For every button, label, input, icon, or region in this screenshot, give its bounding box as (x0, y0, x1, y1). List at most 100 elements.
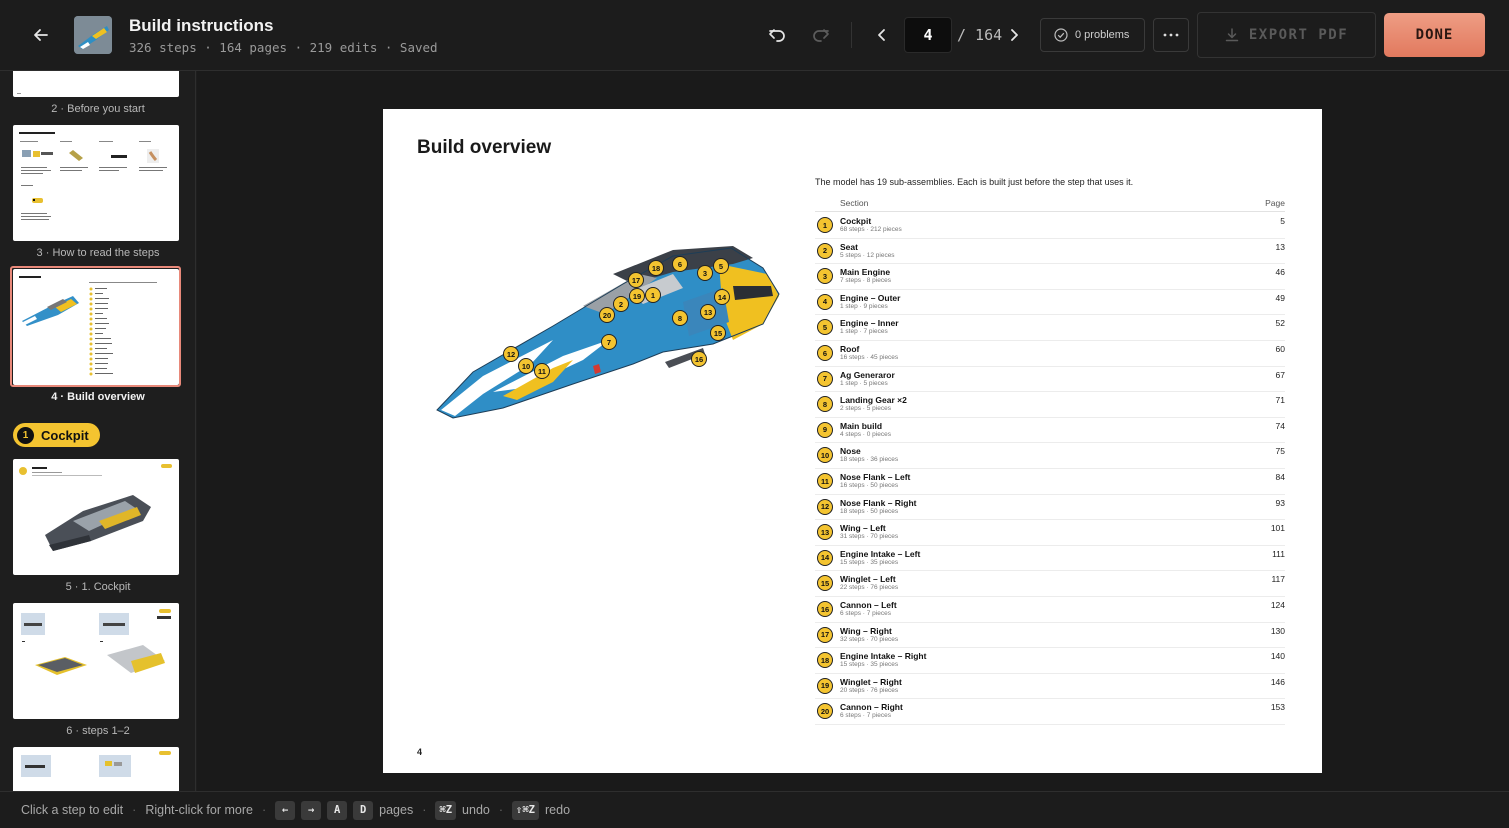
page-canvas[interactable]: Build overview 17 18 6 3 5 1 19 2 14 20 … (197, 71, 1509, 791)
section-page: 74 (1275, 420, 1285, 431)
section-number-badge: 1 (17, 426, 34, 444)
page-thumbnail-6[interactable] (13, 603, 179, 719)
document-title: Build instructions (129, 16, 274, 35)
toc-row[interactable]: 20 Cannon – Right 6 steps · 7 pieces 153 (815, 699, 1285, 725)
separator-dot: · (261, 803, 267, 817)
section-page: 101 (1270, 523, 1285, 534)
section-name: Winglet – Right (840, 676, 902, 687)
section-number-badge: 13 (817, 524, 833, 541)
section-name: Engine Intake – Left (840, 548, 921, 559)
page-thumbnail-3[interactable] (13, 125, 179, 241)
toc-row[interactable]: 8 Landing Gear ×2 2 steps · 5 pieces 71 (815, 392, 1285, 418)
section-page: 60 (1275, 344, 1285, 354)
redo-button[interactable] (806, 20, 836, 50)
section-details: 6 steps · 7 pieces (840, 712, 891, 720)
toc-row[interactable]: 15 Winglet – Left 22 steps · 76 pieces 117 (815, 571, 1285, 597)
section-name: Cannon – Left (840, 600, 897, 610)
section-details: 20 steps · 76 pieces (840, 686, 899, 694)
document-meta: 326 steps · 164 pages · 219 edits · Save… (129, 40, 438, 55)
previous-page-button[interactable] (867, 20, 897, 50)
back-button[interactable] (26, 20, 56, 50)
page-thumbnail-label: 6 · steps 1–2 (66, 725, 130, 737)
toc-col-page: Page (1265, 198, 1285, 208)
section-number-badge: 18 (817, 652, 833, 669)
key-right: → (301, 800, 322, 820)
chevron-right-icon (1011, 29, 1018, 41)
page-thumbnail-2[interactable] (13, 71, 179, 97)
section-page: 140 (1270, 651, 1285, 662)
check-circle-icon (1054, 28, 1068, 42)
instruction-page[interactable]: Build overview 17 18 6 3 5 1 19 2 14 20 … (383, 109, 1322, 773)
section-name: Seat (840, 241, 858, 252)
toc-row[interactable]: 6 Roof 16 steps · 45 pieces 60 (815, 341, 1285, 367)
toc-row[interactable]: 13 Wing – Left 31 steps · 70 pieces 101 (815, 520, 1285, 546)
done-button[interactable]: DONE (1384, 13, 1485, 57)
page-thumbnail-5[interactable] (13, 459, 179, 575)
section-page: 75 (1275, 446, 1285, 457)
section-number-badge: 14 (817, 549, 833, 566)
toc-col-section: Section (840, 198, 869, 208)
section-details: 15 steps · 35 pieces (840, 558, 899, 566)
toc-row[interactable]: 3 Main Engine 7 steps · 8 pieces 46 (815, 264, 1285, 290)
toc-row[interactable]: 19 Winglet – Right 20 steps · 76 pieces 146 (815, 674, 1285, 700)
toc-row[interactable]: 12 Nose Flank – Right 18 steps · 50 pieces… (815, 495, 1285, 521)
page-thumbnail-7[interactable] (13, 747, 179, 791)
callout-badge: 13 (700, 304, 716, 320)
section-name: Engine – Outer (840, 292, 901, 303)
toc-row[interactable]: 10 Nose 18 steps · 36 pieces 75 (815, 443, 1285, 469)
toc-row[interactable]: 5 Engine – Inner 1 step · 7 pieces 52 (815, 315, 1285, 341)
hint-right-click: Right-click for more (145, 803, 253, 817)
callout-badge: 7 (601, 334, 617, 350)
toolbar-divider (851, 22, 852, 48)
toc-row[interactable]: 11 Nose Flank – Left 16 steps · 50 pieces 8… (815, 469, 1285, 495)
key-undo: ⌘Z (435, 800, 457, 820)
section-page: 130 (1270, 625, 1285, 636)
toc-row[interactable]: 14 Engine Intake – Left 15 steps · 35 piec… (815, 546, 1285, 572)
section-name: Roof (840, 344, 860, 354)
export-pdf-button[interactable]: EXPORT PDF (1197, 12, 1376, 58)
toc-row[interactable]: 9 Main build 4 steps · 0 pieces 74 (815, 418, 1285, 444)
page-thumbnail-label-active: 4 · Build overview (51, 391, 145, 403)
toc-row[interactable]: 7 Ag Generaror 1 step · 5 pieces 67 (815, 367, 1285, 393)
problems-button[interactable]: 0 problems (1040, 18, 1145, 52)
page-preview (21, 751, 171, 777)
page-preview (21, 609, 171, 675)
section-details: 16 steps · 45 pieces (840, 354, 899, 361)
toc-header: Section Page (815, 196, 1285, 212)
toc-row[interactable]: 16 Cannon – Left 6 steps · 7 pieces 124 (815, 597, 1285, 623)
section-chip-cockpit[interactable]: 1 Cockpit (13, 423, 100, 447)
toc-row[interactable]: 4 Engine – Outer 1 step · 9 pieces 49 (815, 290, 1285, 316)
section-name: Landing Gear ×2 (840, 395, 907, 406)
section-number-badge: 12 (817, 498, 833, 515)
page-preview (19, 276, 157, 376)
undo-shortcut-label: undo (462, 803, 490, 817)
section-name: Ag Generaror (840, 369, 895, 380)
more-options-button[interactable] (1153, 18, 1189, 52)
undo-button[interactable] (762, 20, 792, 50)
top-bar: Build instructions 326 steps · 164 pages… (0, 0, 1509, 71)
key-redo: ⇧⌘Z (512, 800, 539, 820)
key-a: A (327, 800, 348, 820)
section-details: 18 steps · 36 pieces (840, 456, 899, 464)
page-total: / 164 (957, 26, 1003, 44)
toc-row[interactable]: 18 Engine Intake – Right 15 steps · 35 pie… (815, 648, 1285, 674)
section-number-badge: 8 (817, 396, 833, 413)
section-number-badge: 4 (817, 293, 833, 310)
page-thumbnail-sidebar[interactable]: 2 · Before you start 3 · How to read the… (0, 71, 196, 791)
toc-row[interactable]: 17 Wing – Right 32 steps · 70 pieces 130 (815, 623, 1285, 649)
overview-intro: The model has 19 sub-assemblies. Each is… (815, 177, 1134, 187)
toc-row[interactable]: 1 Cockpit 68 steps · 212 pieces 5 (815, 213, 1285, 239)
section-page: 117 (1271, 574, 1285, 585)
callout-badge: 5 (713, 258, 729, 274)
callout-badge: 14 (714, 289, 730, 305)
section-number-badge: 3 (817, 268, 833, 285)
section-name: Engine – Inner (840, 318, 899, 329)
section-details: 22 steps · 76 pieces (840, 584, 899, 592)
toc-row[interactable]: 2 Seat 5 steps · 12 pieces 13 (815, 239, 1285, 265)
chevron-left-icon (878, 29, 885, 41)
page-thumbnail-4[interactable] (13, 269, 179, 385)
section-details: 2 steps · 5 pieces (840, 405, 891, 413)
section-number-badge: 6 (817, 345, 833, 361)
next-page-button[interactable] (999, 20, 1029, 50)
page-number-input[interactable] (904, 17, 952, 53)
